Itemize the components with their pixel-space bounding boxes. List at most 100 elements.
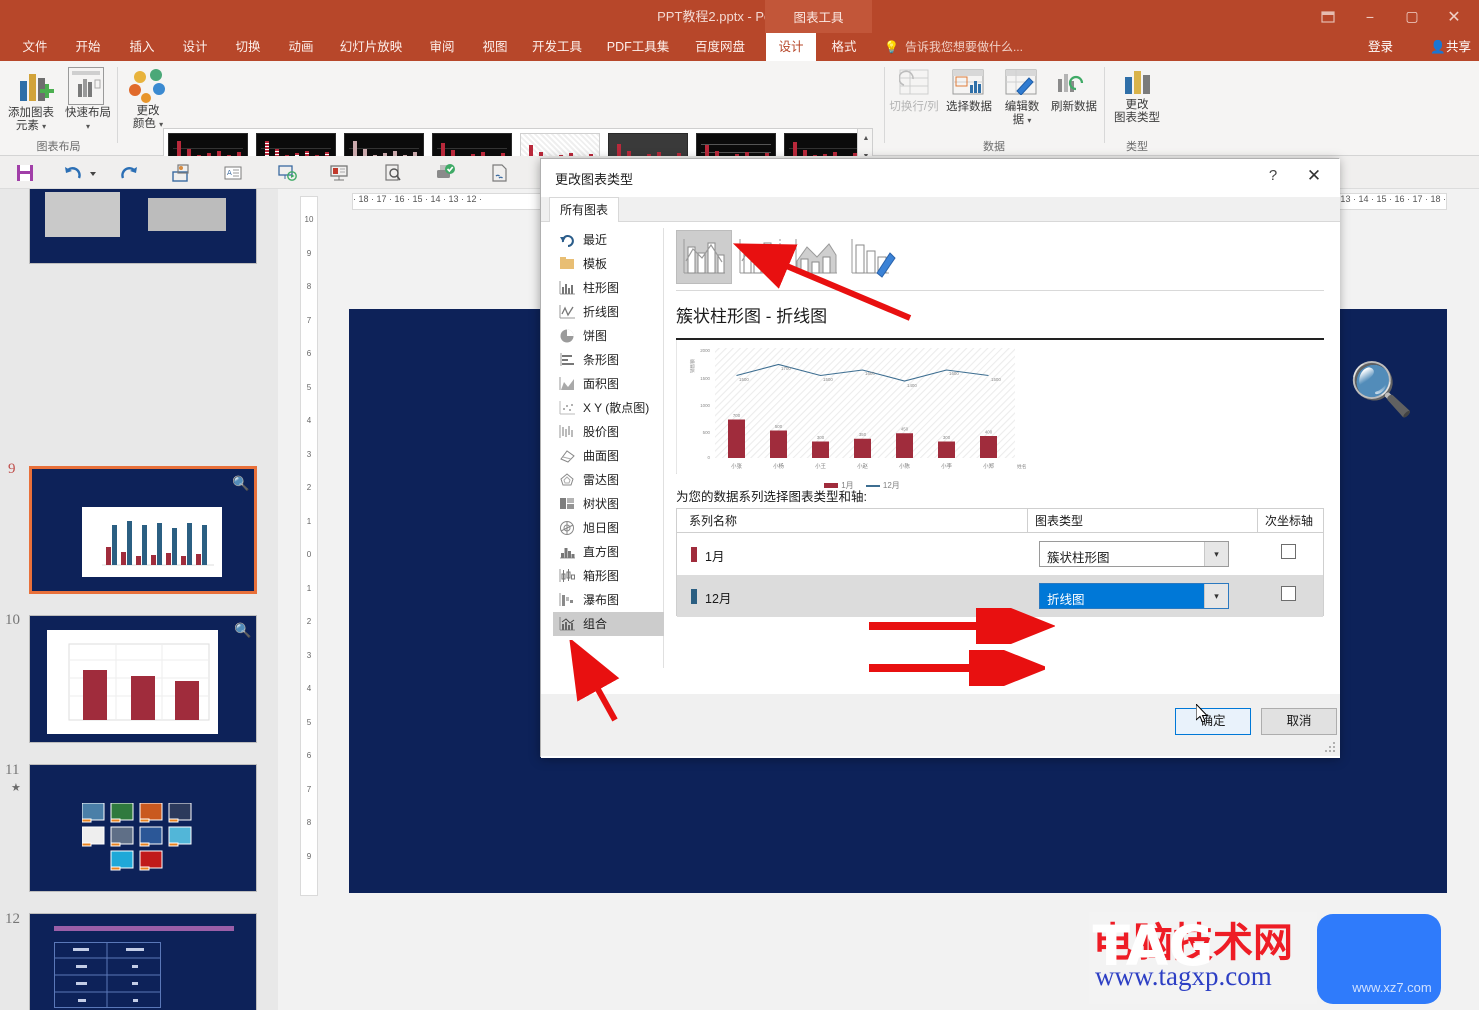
help-icon[interactable]: ? bbox=[1261, 167, 1285, 184]
tab-view[interactable]: 视图 bbox=[470, 33, 520, 61]
tab-animations[interactable]: 动画 bbox=[276, 33, 326, 61]
table-row[interactable]: 12月 折线图 ▾ bbox=[677, 575, 1323, 617]
chevron-down-icon[interactable]: ▾ bbox=[1204, 584, 1228, 608]
slide-thumbnail-10[interactable]: 🔍 bbox=[29, 615, 257, 743]
category-combo[interactable]: 组合 bbox=[553, 612, 664, 636]
close-icon[interactable]: ✕ bbox=[1302, 166, 1326, 186]
svg-text:1500: 1500 bbox=[739, 377, 749, 382]
table-row[interactable]: 1月 簇状柱形图 ▾ bbox=[677, 533, 1323, 575]
tab-slideshow[interactable]: 幻灯片放映 bbox=[330, 33, 412, 61]
ok-button[interactable]: 确定 bbox=[1175, 708, 1251, 735]
ribbon-group-label-chart-layout: 图表布局 bbox=[36, 141, 81, 153]
category-sunburst[interactable]: 旭日图 bbox=[553, 516, 664, 540]
stacked-area-clustered-column-icon[interactable] bbox=[788, 230, 844, 284]
tab-transitions[interactable]: 切换 bbox=[223, 33, 273, 61]
slide-thumbnail-11[interactable] bbox=[29, 764, 257, 892]
tab-file[interactable]: 文件 bbox=[10, 33, 60, 61]
category-stock[interactable]: 股价图 bbox=[553, 420, 664, 444]
slide-thumbnail-9[interactable]: 🔍 bbox=[29, 466, 257, 594]
title-bar: PPT教程2.pptx - PowerPoint 图表工具 − ▢ ✕ bbox=[0, 0, 1479, 33]
tab-chart-format[interactable]: 格式 bbox=[819, 33, 869, 61]
print-check-icon[interactable] bbox=[434, 162, 456, 184]
tab-home[interactable]: 开始 bbox=[63, 33, 113, 61]
tab-chart-design[interactable]: 设计 bbox=[766, 33, 816, 61]
category-scatter[interactable]: X Y (散点图) bbox=[553, 396, 664, 420]
ribbon-group-label-type: 类型 bbox=[1126, 141, 1148, 153]
quick-layout-button[interactable]: 快速布局 ▾ bbox=[62, 107, 114, 133]
tab-review[interactable]: 审阅 bbox=[417, 33, 467, 61]
minimize-button[interactable]: − bbox=[1349, 0, 1391, 33]
combo-type-variants[interactable] bbox=[676, 228, 1326, 286]
change-chart-type-button[interactable]: 更改 图表类型 bbox=[1105, 99, 1169, 125]
tab-developer[interactable]: 开发工具 bbox=[523, 33, 591, 61]
svg-text:400: 400 bbox=[985, 430, 993, 435]
tab-pdf-tools[interactable]: PDF工具集 bbox=[597, 33, 679, 61]
add-chart-element-button[interactable]: 添加图表 元素 ▾ bbox=[0, 107, 62, 133]
start-from-beginning-icon[interactable] bbox=[170, 162, 192, 184]
header-divider bbox=[1027, 509, 1028, 533]
clustered-column-line-secondary-axis-icon[interactable] bbox=[732, 230, 788, 284]
gallery-scroll-up-icon[interactable]: ▲ bbox=[858, 130, 874, 148]
tab-insert[interactable]: 插入 bbox=[117, 33, 167, 61]
sign-in-link[interactable]: 登录 bbox=[1368, 33, 1393, 61]
new-slide-icon[interactable]: A bbox=[222, 162, 244, 184]
chevron-down-icon[interactable]: ▾ bbox=[1204, 542, 1228, 566]
slide-thumbnail-pane[interactable]: 9 🔍 10 🔍 11 ★ 12 bbox=[0, 189, 278, 1010]
category-radar[interactable]: 雷达图 bbox=[553, 468, 664, 492]
slide-9-chart-preview bbox=[82, 507, 222, 577]
tab-design[interactable]: 设计 bbox=[170, 33, 220, 61]
link-doc-icon[interactable] bbox=[488, 162, 510, 184]
treemap-chart-icon bbox=[559, 496, 576, 512]
vertical-ruler: 10 9 8 7 6 5 4 3 2 1 0 1 2 3 4 5 6 7 8 9 bbox=[300, 196, 318, 896]
tab-baidu-netdisk[interactable]: 百度网盘 bbox=[686, 33, 754, 61]
close-button[interactable]: ✕ bbox=[1433, 0, 1475, 33]
category-recent[interactable]: 最近 bbox=[553, 228, 664, 252]
chart-category-list[interactable]: 最近 模板 柱形图 折线图 饼图 条形图 面积图 X Y (散点图) 股价图 曲… bbox=[553, 228, 664, 668]
category-bar[interactable]: 条形图 bbox=[553, 348, 664, 372]
secondary-axis-checkbox-12yue[interactable] bbox=[1281, 586, 1296, 601]
change-chart-type-dialog[interactable]: 更改图表类型 ? ✕ 所有图表 最近 模板 柱形图 折线图 饼图 条形图 面积图… bbox=[540, 158, 1340, 758]
tab-all-charts[interactable]: 所有图表 bbox=[549, 197, 620, 222]
preview-icon[interactable] bbox=[382, 162, 404, 184]
slideshow-icon[interactable] bbox=[276, 162, 298, 184]
save-icon[interactable] bbox=[14, 162, 36, 184]
refresh-data-icon bbox=[1055, 69, 1085, 95]
category-treemap[interactable]: 树状图 bbox=[553, 492, 664, 516]
category-pie[interactable]: 饼图 bbox=[553, 324, 664, 348]
category-templates[interactable]: 模板 bbox=[553, 252, 664, 276]
redo-icon[interactable] bbox=[118, 162, 140, 184]
slide-thumbnail-12[interactable] bbox=[29, 913, 257, 1010]
category-line[interactable]: 折线图 bbox=[553, 300, 664, 324]
category-histogram[interactable]: 直方图 bbox=[553, 540, 664, 564]
presenter-icon[interactable] bbox=[328, 162, 350, 184]
chart-preview: 2000 1500 1000 500 0 销售额 700 500 300 350… bbox=[676, 340, 1325, 490]
zoom-magnifier-icon[interactable]: 🔍 bbox=[232, 475, 249, 491]
svg-text:1000: 1000 bbox=[700, 403, 710, 408]
clustered-column-line-icon[interactable] bbox=[676, 230, 732, 284]
secondary-axis-checkbox-1yue[interactable] bbox=[1281, 544, 1296, 559]
category-surface[interactable]: 曲面图 bbox=[553, 444, 664, 468]
category-boxwhisker[interactable]: 箱形图 bbox=[553, 564, 664, 588]
slide-thumbnail-8[interactable] bbox=[29, 189, 257, 264]
ribbon-display-options-icon[interactable] bbox=[1307, 0, 1349, 33]
undo-icon[interactable] bbox=[62, 162, 84, 184]
category-column[interactable]: 柱形图 bbox=[553, 276, 664, 300]
custom-combination-icon[interactable] bbox=[844, 230, 900, 284]
series-prompt: 为您的数据系列选择图表类型和轴: bbox=[676, 490, 867, 504]
refresh-data-button[interactable]: 刷新数据 bbox=[1045, 101, 1103, 114]
cancel-button[interactable]: 取消 bbox=[1261, 708, 1337, 735]
chart-type-dropdown-12yue[interactable]: 折线图 ▾ bbox=[1039, 583, 1229, 609]
tell-me-search[interactable]: 💡 告诉我您想要做什么... bbox=[884, 33, 1023, 61]
maximize-button[interactable]: ▢ bbox=[1391, 0, 1433, 33]
category-area[interactable]: 面积图 bbox=[553, 372, 664, 396]
edit-data-button[interactable]: 编辑数 据 ▾ bbox=[998, 101, 1046, 127]
zoom-magnifier-icon[interactable]: 🔍 bbox=[234, 622, 251, 638]
series-table[interactable]: 系列名称 图表类型 次坐标轴 1月 簇状柱形图 ▾ 12月 折线图 ▾ bbox=[676, 508, 1324, 617]
category-waterfall[interactable]: 瀑布图 bbox=[553, 588, 664, 612]
share-button[interactable]: 👤共享 bbox=[1430, 33, 1471, 61]
undo-dropdown-icon[interactable] bbox=[88, 162, 98, 184]
chart-type-dropdown-1yue[interactable]: 簇状柱形图 ▾ bbox=[1039, 541, 1229, 567]
dialog-resize-grip[interactable] bbox=[1325, 742, 1337, 754]
boxwhisker-chart-icon bbox=[559, 568, 576, 584]
select-data-button[interactable]: 选择数据 bbox=[941, 101, 997, 114]
